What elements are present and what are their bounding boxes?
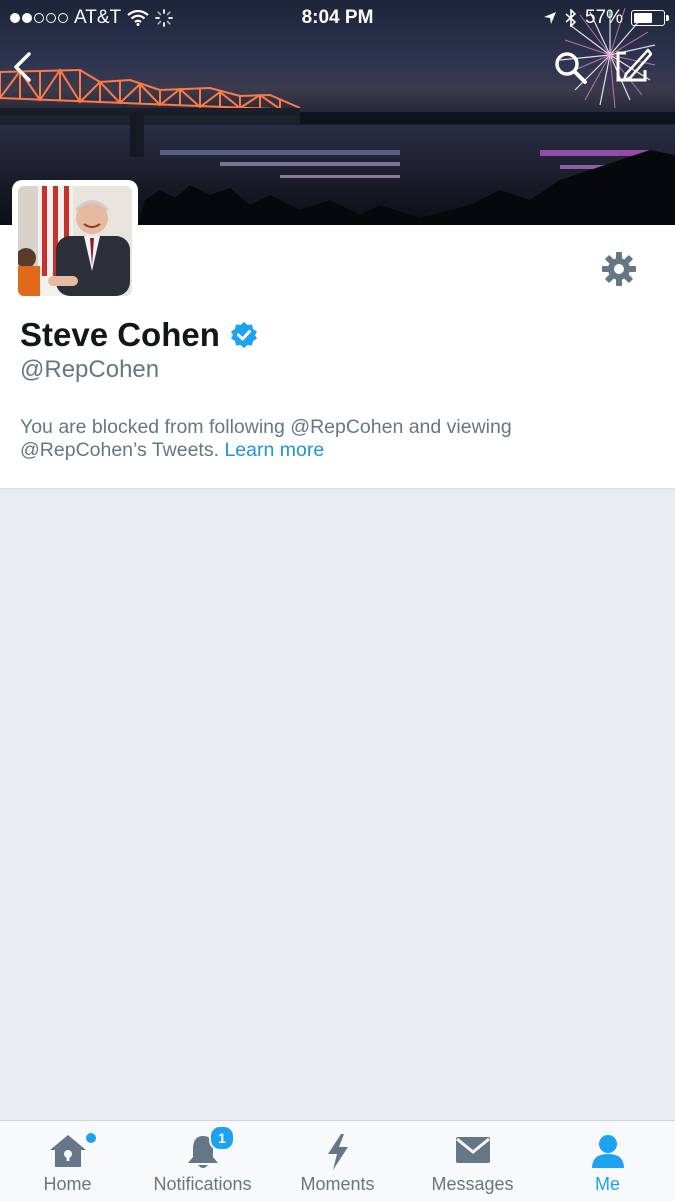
notifications-badge: 1 <box>209 1125 235 1151</box>
gear-icon <box>602 252 636 286</box>
chevron-left-icon <box>14 52 31 82</box>
person-icon <box>591 1135 624 1168</box>
avatar[interactable] <box>12 180 138 302</box>
profile-handle: @RepCohen <box>20 356 160 383</box>
tab-messages[interactable]: Messages <box>405 1121 540 1201</box>
back-button[interactable] <box>10 50 34 89</box>
tab-me-label: Me <box>594 1174 620 1194</box>
tab-moments-label: Moments <box>300 1174 375 1194</box>
envelope-icon <box>455 1137 490 1163</box>
compose-tweet-button[interactable] <box>612 48 653 89</box>
learn-more-link[interactable]: Learn more <box>224 439 324 461</box>
lightning-icon <box>327 1134 348 1170</box>
search-icon <box>555 52 587 84</box>
blocked-notice: You are blocked from following @RepCohen… <box>0 398 675 489</box>
tab-notifications[interactable]: 1 Notifications <box>135 1121 270 1201</box>
tab-notifications-label: Notifications <box>153 1174 252 1194</box>
profile-photo <box>18 186 132 296</box>
tab-home[interactable]: Home <box>0 1121 135 1201</box>
status-bar: AT&T 8:04 PM 57% <box>0 0 675 36</box>
home-icon <box>49 1135 86 1167</box>
tab-moments[interactable]: Moments <box>270 1121 405 1201</box>
tab-messages-label: Messages <box>431 1174 514 1194</box>
battery-percent: 57% <box>584 7 623 28</box>
bluetooth-icon <box>565 9 577 27</box>
profile-name: Steve Cohen <box>20 316 220 353</box>
home-unread-dot <box>84 1131 98 1145</box>
verified-badge-icon <box>230 322 257 348</box>
settings-button[interactable] <box>600 250 638 293</box>
compose-icon <box>616 48 653 82</box>
battery-icon <box>631 10 669 26</box>
bottom-tab-bar: Home 1 Notifications Moments Messages Me <box>0 1120 675 1201</box>
profile-name-row: Steve Cohen <box>20 316 258 354</box>
tab-me[interactable]: Me <box>540 1121 675 1201</box>
tab-home-label: Home <box>43 1174 92 1194</box>
search-button[interactable] <box>553 50 589 91</box>
location-arrow-icon <box>543 12 556 24</box>
